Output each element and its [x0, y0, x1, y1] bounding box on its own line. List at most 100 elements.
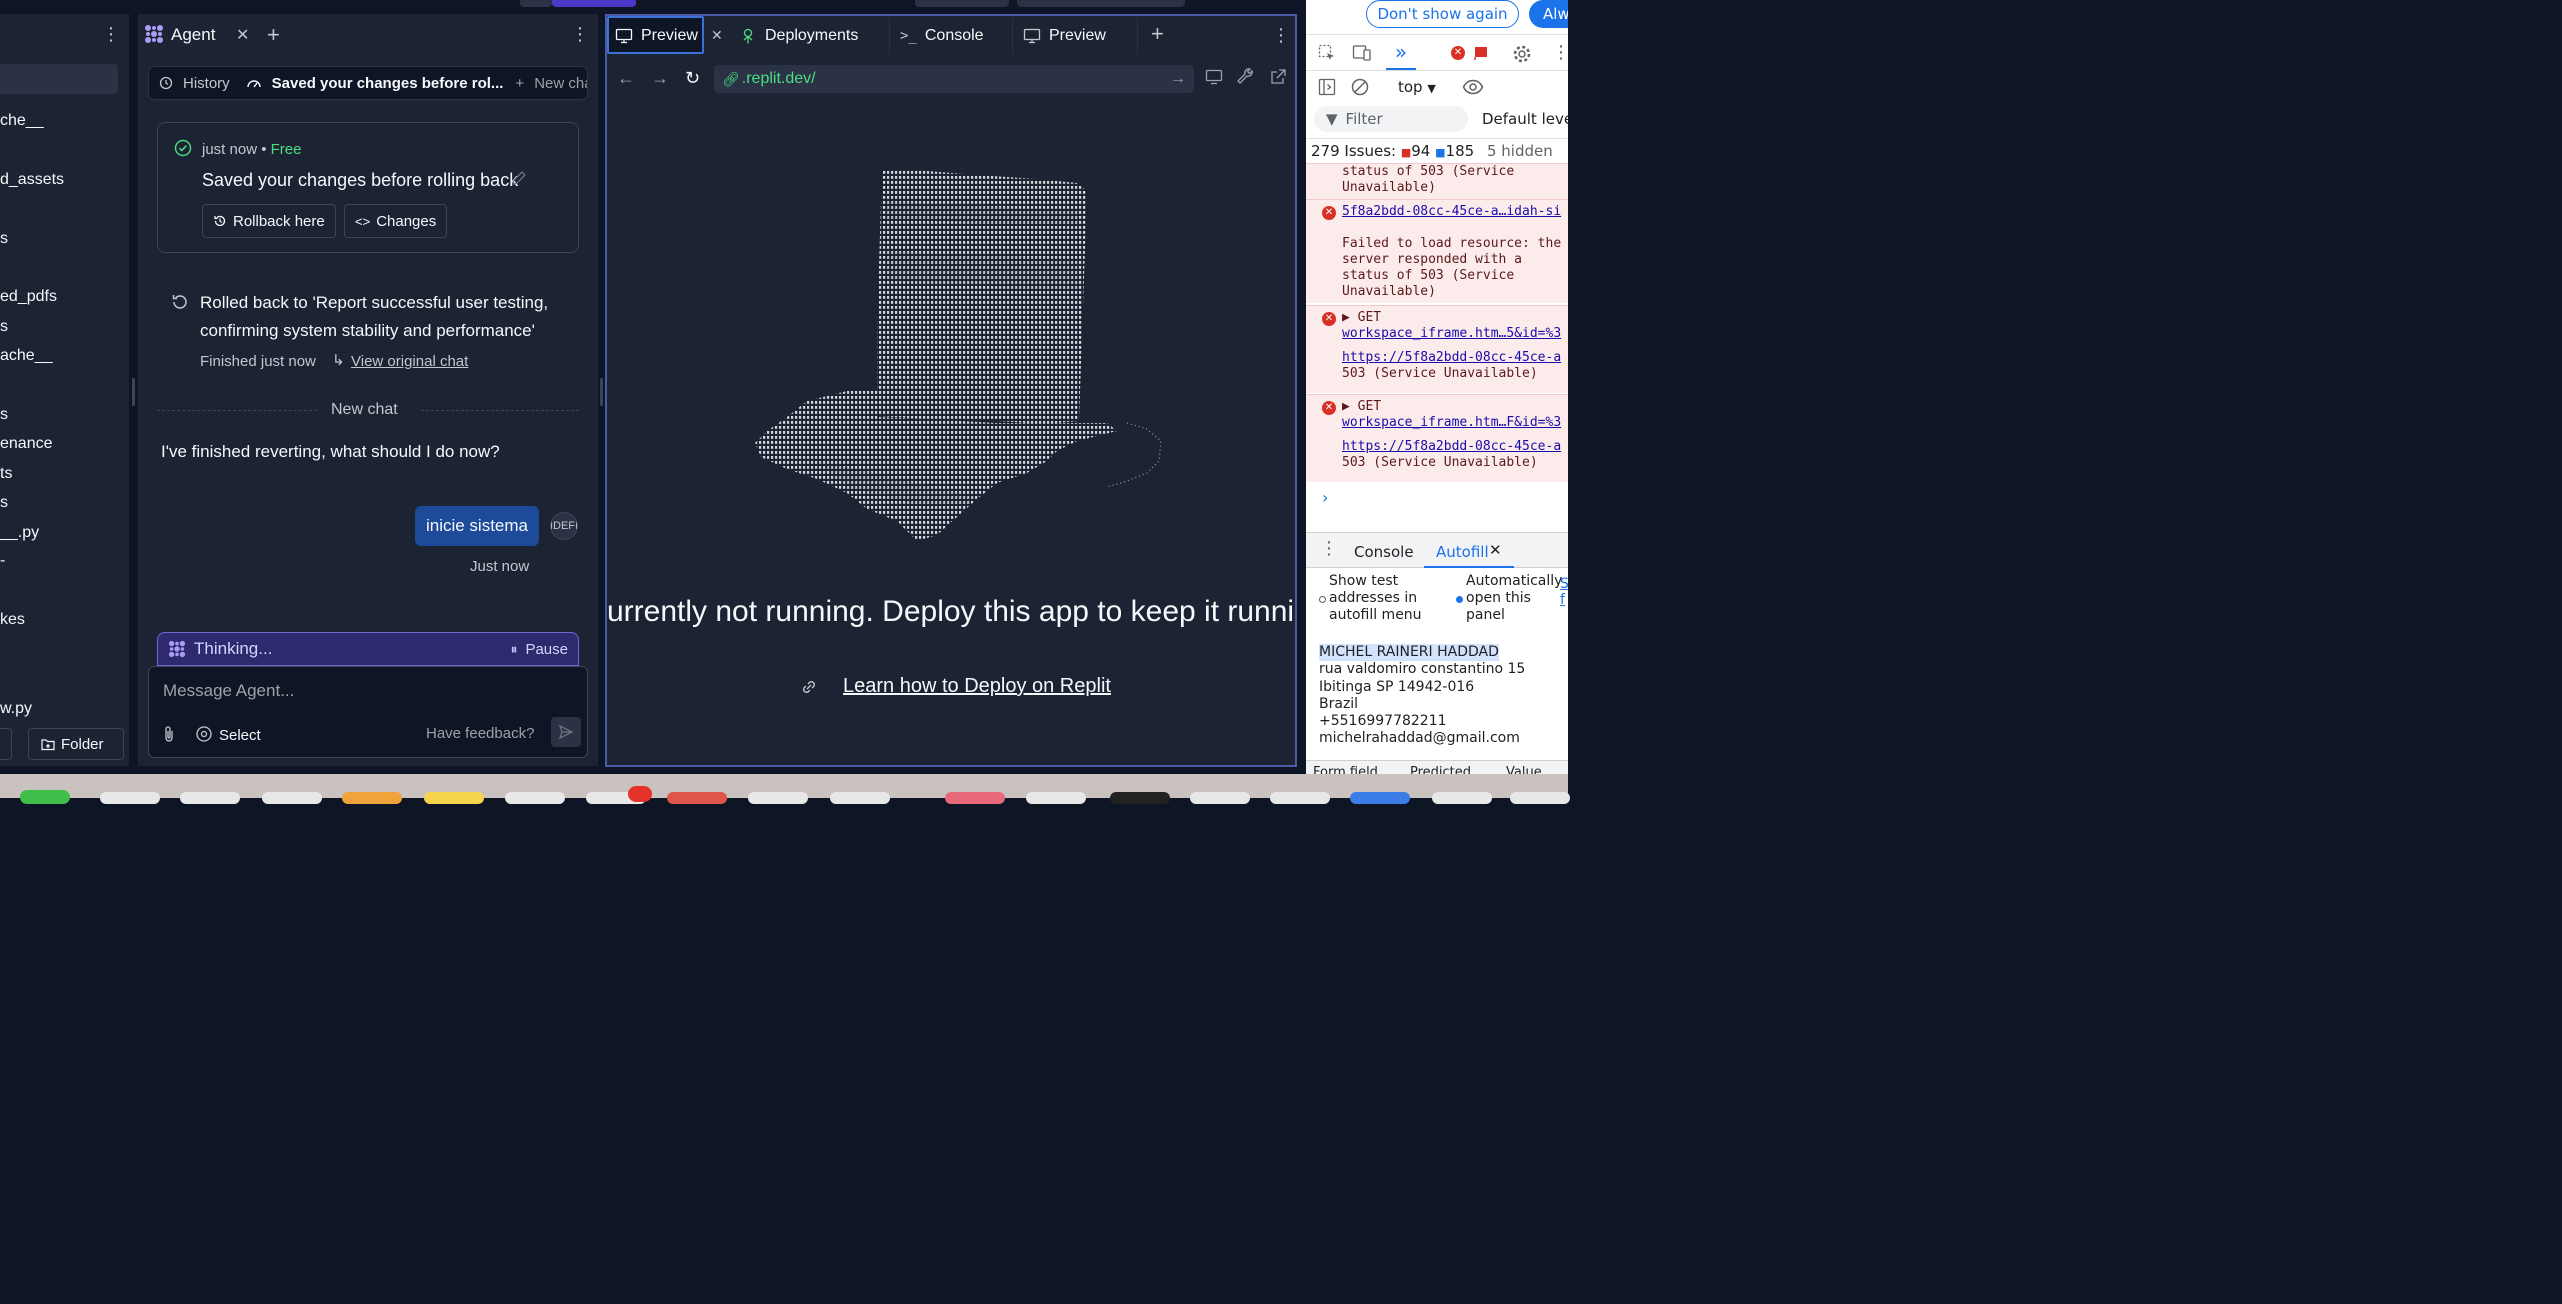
file-tree-item[interactable]: __.py — [0, 524, 39, 542]
device-toolbar-icon[interactable] — [1352, 44, 1372, 62]
expand-arrow-icon[interactable]: ▶ GET — [1342, 310, 1564, 326]
more-tabs-icon[interactable]: » — [1386, 40, 1416, 70]
log-levels-dropdown[interactable]: Default level — [1482, 110, 1568, 128]
file-tree-item[interactable]: s — [0, 318, 8, 336]
more-options-icon[interactable]: ⋮ — [102, 24, 120, 45]
file-tree-item[interactable]: d_assets — [0, 171, 64, 189]
tab-preview-2[interactable]: Preview — [1023, 18, 1106, 54]
back-icon[interactable]: ← — [617, 68, 635, 89]
dock-app-icon[interactable] — [1190, 792, 1250, 804]
dock-app-icon[interactable] — [748, 792, 808, 804]
dock-app-icon[interactable] — [1026, 792, 1086, 804]
deploy-learn-link[interactable]: Learn how to Deploy on Replit — [843, 675, 1111, 698]
show-test-checkbox[interactable] — [1319, 596, 1326, 603]
error-url-link[interactable]: https://5f8a2bdd-08cc-45ce-a — [1342, 439, 1564, 455]
more-options-icon[interactable]: ⋮ — [1320, 538, 1338, 559]
dock-app-icon[interactable] — [342, 792, 402, 804]
drawer-tab-console[interactable]: Console — [1354, 543, 1414, 561]
dock-app-icon[interactable] — [100, 792, 160, 804]
rollback-here-button[interactable]: Rollback here — [202, 204, 336, 238]
issues-summary[interactable]: 279 Issues: ■94 ■185 5 hidden — [1311, 142, 1553, 160]
close-tab-icon[interactable]: ✕ — [236, 25, 249, 45]
go-arrow-icon[interactable]: → — [1170, 70, 1186, 88]
url-bar[interactable]: 🔗︎ .replit.dev/ → — [714, 65, 1194, 93]
select-target-icon[interactable] — [195, 725, 213, 743]
feedback-link[interactable]: Have feedback? — [426, 725, 534, 742]
inspect-icon[interactable] — [1318, 44, 1336, 62]
new-chat-plus-icon[interactable]: + — [515, 75, 524, 92]
error-source-link[interactable]: workspace_iframe.htm…5&id=%3 — [1342, 326, 1564, 342]
message-input[interactable]: Message Agent... — [163, 681, 294, 701]
file-tree-item[interactable]: enance — [0, 435, 53, 453]
filter-input[interactable]: ▼ Filter — [1314, 106, 1468, 132]
paperclip-icon[interactable] — [161, 725, 177, 743]
file-tree-item[interactable]: s — [0, 494, 8, 512]
error-count-icon[interactable]: ✕ — [1451, 46, 1465, 60]
tab-preview[interactable]: Preview — [615, 18, 698, 54]
clear-console-icon[interactable] — [1351, 78, 1369, 96]
dock-app-icon[interactable] — [830, 792, 890, 804]
edit-pencil-icon[interactable] — [510, 169, 528, 187]
changes-button[interactable]: <> Changes — [344, 204, 448, 238]
agent-tab-title[interactable]: Agent — [171, 25, 215, 45]
new-folder-button[interactable]: Folder — [28, 728, 124, 760]
select-button[interactable]: Select — [219, 727, 261, 744]
eye-icon[interactable] — [1462, 78, 1484, 96]
dock-app-icon[interactable] — [1350, 792, 1410, 804]
file-tree-item[interactable]: - — [0, 552, 5, 570]
dock-app-icon[interactable] — [20, 790, 70, 804]
tab-console[interactable]: >_ Console — [900, 18, 984, 54]
tab-deployments[interactable]: Deployments — [739, 18, 858, 54]
dock-app-icon[interactable] — [1432, 792, 1492, 804]
always-button[interactable]: Alw — [1529, 0, 1568, 28]
gear-icon[interactable] — [1512, 44, 1532, 64]
close-tab-icon[interactable]: ✕ — [711, 27, 723, 44]
dock-app-icon[interactable] — [667, 792, 727, 804]
file-tree-item[interactable]: s — [0, 406, 8, 424]
avatar[interactable]: IDEFI — [550, 512, 578, 540]
file-tree-item[interactable]: s — [0, 230, 8, 248]
dock-app-icon[interactable] — [180, 792, 240, 804]
dock-app-icon[interactable] — [424, 792, 484, 804]
file-tree-item[interactable]: ed_pdfs — [0, 288, 57, 306]
file-tree-search[interactable] — [0, 64, 118, 94]
error-url-link[interactable]: https://5f8a2bdd-08cc-45ce-a — [1342, 350, 1564, 366]
close-drawer-tab-icon[interactable]: ✕ — [1489, 541, 1502, 559]
more-options-icon[interactable]: ⋮ — [1272, 25, 1290, 46]
reload-icon[interactable]: ↻ — [685, 68, 700, 89]
more-options-icon[interactable]: ⋮ — [1552, 42, 1568, 63]
history-icon[interactable] — [159, 76, 173, 90]
sidebar-toggle-icon[interactable] — [1318, 78, 1336, 96]
dock-app-icon[interactable] — [262, 792, 322, 804]
dock-app-icon[interactable] — [1510, 792, 1570, 804]
more-options-icon[interactable]: ⋮ — [571, 24, 589, 45]
auto-open-checkbox[interactable] — [1456, 596, 1463, 603]
learn-more-link[interactable]: Sf — [1560, 576, 1568, 608]
dock-app-icon[interactable] — [505, 792, 565, 804]
file-tree-item[interactable]: kes — [0, 611, 25, 629]
drawer-tab-autofill[interactable]: Autofill — [1436, 543, 1489, 561]
checkpoint-title[interactable]: Saved your changes before rol... — [272, 75, 504, 92]
pause-button[interactable]: Pause — [525, 641, 568, 658]
console-prompt-icon[interactable]: › — [1322, 488, 1328, 507]
add-tab-icon[interactable]: + — [267, 22, 280, 48]
send-button[interactable] — [551, 717, 581, 747]
error-source-link[interactable]: 5f8a2bdd-08cc-45ce-a…idah-si — [1342, 204, 1564, 220]
pause-icon[interactable]: ⏸ — [510, 641, 517, 658]
file-tree-item[interactable]: ts — [0, 465, 12, 483]
file-tree-item[interactable]: w.py — [0, 700, 32, 718]
context-selector[interactable]: top ▼ — [1398, 78, 1436, 96]
dock-app-icon[interactable] — [1270, 792, 1330, 804]
expand-arrow-icon[interactable]: ▶ GET — [1342, 399, 1564, 415]
forward-icon[interactable]: → — [651, 68, 669, 89]
error-source-link[interactable]: workspace_iframe.htm…F&id=%3 — [1342, 415, 1564, 431]
open-external-icon[interactable] — [1269, 68, 1287, 86]
dock-app-icon[interactable] — [945, 792, 1005, 804]
issue-flag-icon[interactable] — [1474, 46, 1488, 60]
wrench-icon[interactable] — [1237, 68, 1255, 86]
new-chat-button[interactable]: New chat — [534, 75, 587, 92]
file-tree-item[interactable]: ache__ — [0, 347, 53, 365]
collapse-button[interactable] — [0, 728, 12, 760]
dock-app-icon[interactable] — [1110, 792, 1170, 804]
view-original-chat-link[interactable]: View original chat — [351, 353, 468, 370]
